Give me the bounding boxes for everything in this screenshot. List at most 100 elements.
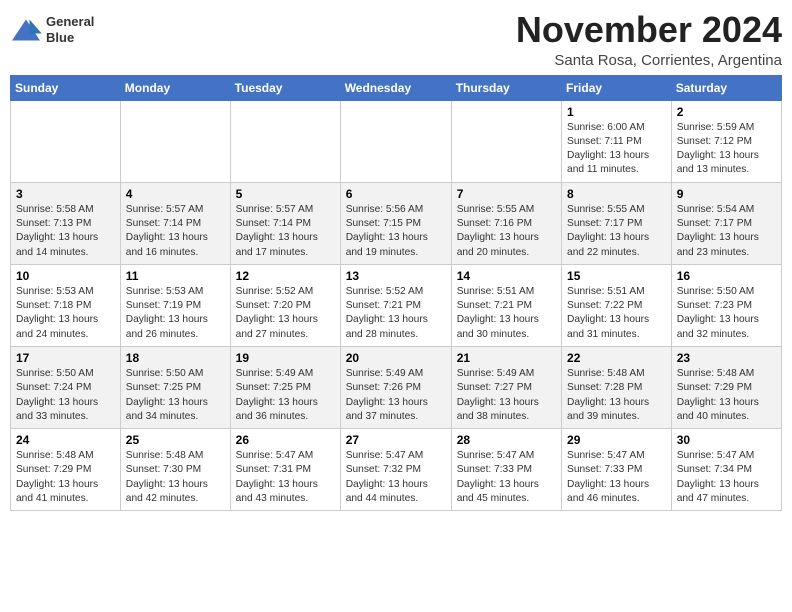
calendar-day-cell: 27Sunrise: 5:47 AMSunset: 7:32 PMDayligh…	[340, 429, 451, 511]
day-number: 20	[346, 351, 446, 365]
day-info: Sunrise: 5:50 AMSunset: 7:23 PMDaylight:…	[677, 285, 776, 342]
day-number: 6	[346, 187, 446, 201]
day-info: Sunrise: 5:48 AMSunset: 7:29 PMDaylight:…	[16, 449, 115, 506]
day-info: Sunrise: 5:48 AMSunset: 7:28 PMDaylight:…	[567, 367, 666, 424]
calendar-day-cell: 11 Sunrise: 5:53 AMSunset: 7:19 PMDayligh…	[120, 264, 230, 346]
calendar-day-cell: 12 Sunrise: 5:52 AMSunset: 7:20 PMDayligh…	[230, 264, 340, 346]
day-info: Sunrise: 5:47 AMSunset: 7:33 PMDaylight:…	[457, 449, 556, 506]
day-info: Sunrise: 5:49 AMSunset: 7:27 PMDaylight:…	[457, 367, 556, 424]
day-number: 23	[677, 351, 776, 365]
calendar-day-cell: 26Sunrise: 5:47 AMSunset: 7:31 PMDayligh…	[230, 429, 340, 511]
day-info: Sunrise: 5:50 AMSunset: 7:25 PMDaylight:…	[126, 367, 225, 424]
weekday-header: Thursday	[451, 75, 561, 100]
day-number: 13	[346, 269, 446, 283]
calendar-day-cell: 24 Sunrise: 5:48 AMSunset: 7:29 PMDayligh…	[11, 429, 121, 511]
day-info: Sunrise: 5:47 AMSunset: 7:32 PMDaylight:…	[346, 449, 446, 506]
day-number: 25	[126, 433, 225, 447]
logo-text: General Blue	[46, 14, 94, 45]
day-info: Sunrise: 5:48 AMSunset: 7:29 PMDaylight:…	[677, 367, 776, 424]
calendar-day-cell: 7 Sunrise: 5:55 AMSunset: 7:16 PMDaylight…	[451, 182, 561, 264]
day-number: 15	[567, 269, 666, 283]
day-number: 28	[457, 433, 556, 447]
day-info: Sunrise: 5:57 AMSunset: 7:14 PMDaylight:…	[126, 203, 225, 260]
logo-icon	[10, 16, 42, 44]
day-number: 29	[567, 433, 666, 447]
weekday-header: Friday	[562, 75, 672, 100]
weekday-header: Monday	[120, 75, 230, 100]
day-info: Sunrise: 5:52 AMSunset: 7:20 PMDaylight:…	[236, 285, 335, 342]
day-number: 5	[236, 187, 335, 201]
calendar-day-cell: 18 Sunrise: 5:50 AMSunset: 7:25 PMDayligh…	[120, 346, 230, 428]
day-number: 16	[677, 269, 776, 283]
calendar-day-cell: 21 Sunrise: 5:49 AMSunset: 7:27 PMDayligh…	[451, 346, 561, 428]
day-number: 11	[126, 269, 225, 283]
day-number: 9	[677, 187, 776, 201]
calendar-day-cell: 13 Sunrise: 5:52 AMSunset: 7:21 PMDayligh…	[340, 264, 451, 346]
calendar-day-cell	[11, 100, 121, 182]
day-info: Sunrise: 5:53 AMSunset: 7:18 PMDaylight:…	[16, 285, 115, 342]
day-number: 1	[567, 105, 666, 119]
calendar-header-row: SundayMondayTuesdayWednesdayThursdayFrid…	[11, 75, 782, 100]
calendar-day-cell: 1 Sunrise: 6:00 AMSunset: 7:11 PMDaylight…	[562, 100, 672, 182]
day-info: Sunrise: 5:49 AMSunset: 7:25 PMDaylight:…	[236, 367, 335, 424]
calendar-day-cell: 20 Sunrise: 5:49 AMSunset: 7:26 PMDayligh…	[340, 346, 451, 428]
calendar-day-cell	[340, 100, 451, 182]
day-number: 24	[16, 433, 115, 447]
weekday-header: Saturday	[671, 75, 781, 100]
weekday-header: Tuesday	[230, 75, 340, 100]
calendar-day-cell: 30 Sunrise: 5:47 AMSunset: 7:34 PMDayligh…	[671, 429, 781, 511]
day-info: Sunrise: 5:49 AMSunset: 7:26 PMDaylight:…	[346, 367, 446, 424]
calendar-week-row: 1 Sunrise: 6:00 AMSunset: 7:11 PMDaylight…	[11, 100, 782, 182]
day-number: 21	[457, 351, 556, 365]
day-number: 26	[236, 433, 335, 447]
day-number: 18	[126, 351, 225, 365]
day-info: Sunrise: 5:54 AMSunset: 7:17 PMDaylight:…	[677, 203, 776, 260]
calendar-week-row: 24 Sunrise: 5:48 AMSunset: 7:29 PMDayligh…	[11, 429, 782, 511]
day-info: Sunrise: 6:00 AMSunset: 7:11 PMDaylight:…	[567, 121, 666, 178]
logo-line2: Blue	[46, 30, 74, 45]
day-info: Sunrise: 5:55 AMSunset: 7:17 PMDaylight:…	[567, 203, 666, 260]
day-number: 30	[677, 433, 776, 447]
calendar-day-cell: 14 Sunrise: 5:51 AMSunset: 7:21 PMDayligh…	[451, 264, 561, 346]
calendar-day-cell: 10 Sunrise: 5:53 AMSunset: 7:18 PMDayligh…	[11, 264, 121, 346]
calendar-day-cell	[120, 100, 230, 182]
calendar-day-cell: 3 Sunrise: 5:58 AMSunset: 7:13 PMDaylight…	[11, 182, 121, 264]
day-info: Sunrise: 5:57 AMSunset: 7:14 PMDaylight:…	[236, 203, 335, 260]
weekday-header: Wednesday	[340, 75, 451, 100]
day-number: 3	[16, 187, 115, 201]
day-info: Sunrise: 5:58 AMSunset: 7:13 PMDaylight:…	[16, 203, 115, 260]
day-info: Sunrise: 5:51 AMSunset: 7:21 PMDaylight:…	[457, 285, 556, 342]
calendar-day-cell: 28 Sunrise: 5:47 AMSunset: 7:33 PMDayligh…	[451, 429, 561, 511]
day-number: 14	[457, 269, 556, 283]
location-subtitle: Santa Rosa, Corrientes, Argentina	[516, 52, 782, 69]
day-info: Sunrise: 5:55 AMSunset: 7:16 PMDaylight:…	[457, 203, 556, 260]
day-number: 19	[236, 351, 335, 365]
calendar-day-cell: 2Sunrise: 5:59 AMSunset: 7:12 PMDaylight…	[671, 100, 781, 182]
day-info: Sunrise: 5:48 AMSunset: 7:30 PMDaylight:…	[126, 449, 225, 506]
calendar-day-cell: 23 Sunrise: 5:48 AMSunset: 7:29 PMDayligh…	[671, 346, 781, 428]
day-number: 10	[16, 269, 115, 283]
day-info: Sunrise: 5:53 AMSunset: 7:19 PMDaylight:…	[126, 285, 225, 342]
calendar-day-cell: 4 Sunrise: 5:57 AMSunset: 7:14 PMDaylight…	[120, 182, 230, 264]
calendar-table: SundayMondayTuesdayWednesdayThursdayFrid…	[10, 75, 782, 512]
calendar-day-cell: 22 Sunrise: 5:48 AMSunset: 7:28 PMDayligh…	[562, 346, 672, 428]
title-block: November 2024 Santa Rosa, Corrientes, Ar…	[516, 10, 782, 69]
day-number: 17	[16, 351, 115, 365]
page-header: General Blue November 2024 Santa Rosa, C…	[10, 10, 782, 69]
day-info: Sunrise: 5:51 AMSunset: 7:22 PMDaylight:…	[567, 285, 666, 342]
day-info: Sunrise: 5:56 AMSunset: 7:15 PMDaylight:…	[346, 203, 446, 260]
calendar-day-cell: 5 Sunrise: 5:57 AMSunset: 7:14 PMDaylight…	[230, 182, 340, 264]
month-title: November 2024	[516, 10, 782, 50]
calendar-week-row: 10 Sunrise: 5:53 AMSunset: 7:18 PMDayligh…	[11, 264, 782, 346]
day-info: Sunrise: 5:52 AMSunset: 7:21 PMDaylight:…	[346, 285, 446, 342]
calendar-day-cell: 9 Sunrise: 5:54 AMSunset: 7:17 PMDaylight…	[671, 182, 781, 264]
day-number: 2	[677, 105, 776, 119]
day-number: 8	[567, 187, 666, 201]
day-info: Sunrise: 5:47 AMSunset: 7:34 PMDaylight:…	[677, 449, 776, 506]
day-number: 7	[457, 187, 556, 201]
day-number: 4	[126, 187, 225, 201]
day-number: 12	[236, 269, 335, 283]
day-number: 22	[567, 351, 666, 365]
calendar-week-row: 3 Sunrise: 5:58 AMSunset: 7:13 PMDaylight…	[11, 182, 782, 264]
day-info: Sunrise: 5:50 AMSunset: 7:24 PMDaylight:…	[16, 367, 115, 424]
